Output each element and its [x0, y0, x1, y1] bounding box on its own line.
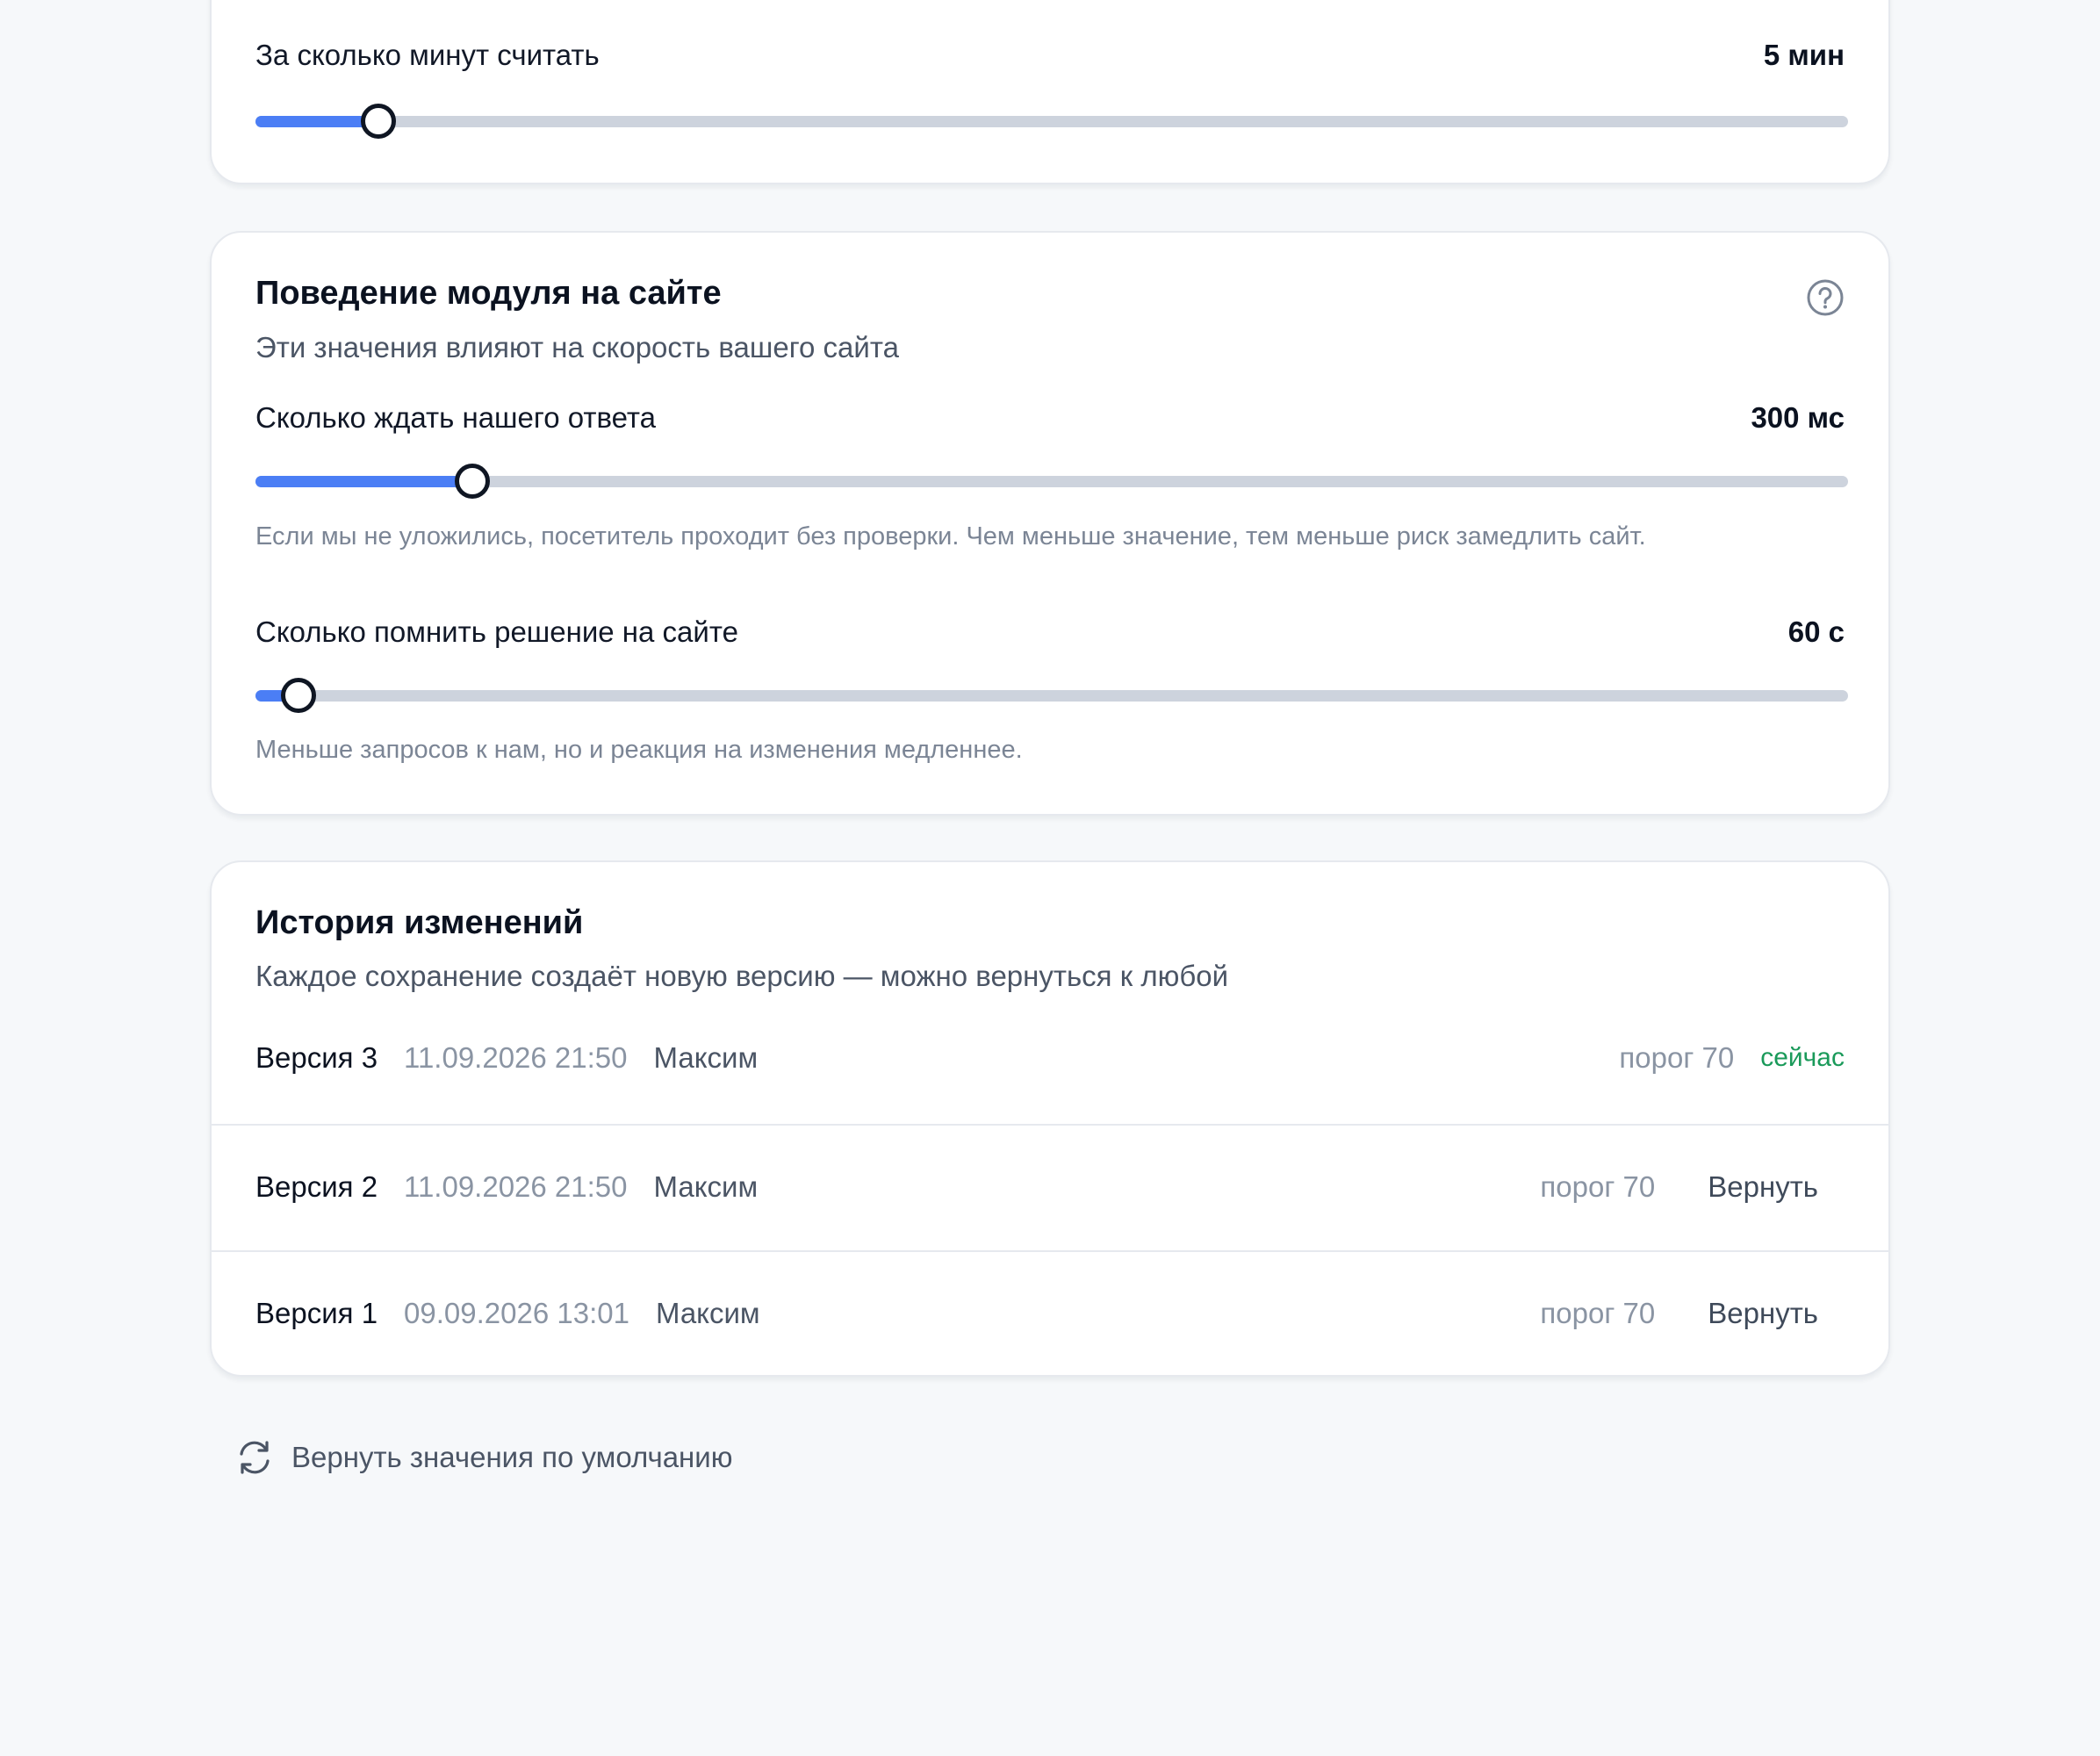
history-row: Версия 2 11.09.2026 21:50 Максим порог 7…	[212, 1124, 1888, 1249]
current-version-badge: сейчас	[1760, 1043, 1845, 1072]
slider-thumb[interactable]	[280, 678, 316, 713]
counting-minutes-slider[interactable]	[255, 102, 1848, 140]
slider-thumb[interactable]	[360, 104, 396, 139]
wait-response-hint: Если мы не уложились, посетитель проходи…	[255, 522, 1646, 551]
history-row: Версия 3 11.09.2026 21:50 Максим порог 7…	[212, 996, 1888, 1120]
remember-decision-slider[interactable]	[255, 676, 1848, 715]
history-threshold: порог 70	[1540, 1170, 1656, 1203]
wait-response-value: 300 мс	[1751, 401, 1845, 434]
reset-defaults-button[interactable]: Вернуть значения по умолчанию	[234, 1436, 732, 1479]
history-date: 11.09.2026 21:50	[404, 1041, 628, 1074]
counting-row: За сколько минут считать 5 мин	[255, 39, 1845, 72]
behavior-subtitle: Эти значения влияют на скорость вашего с…	[255, 331, 899, 363]
slider-track[interactable]	[255, 476, 1848, 487]
history-row: Версия 1 09.09.2026 13:01 Максим порог 7…	[212, 1250, 1888, 1375]
wait-response-label: Сколько ждать нашего ответа	[255, 401, 656, 434]
counting-minutes-label: За сколько минут считать	[255, 39, 600, 71]
slider-fill	[255, 116, 378, 127]
history-version: Версия 1	[255, 1297, 378, 1329]
history-subtitle: Каждое сохранение создаёт новую версию —…	[255, 960, 1229, 992]
reset-defaults-label: Вернуть значения по умолчанию	[291, 1441, 733, 1473]
remember-decision-hint: Меньше запросов к нам, но и реакция на и…	[255, 736, 1023, 764]
slider-track[interactable]	[255, 690, 1848, 702]
slider-fill	[255, 476, 472, 487]
module-behavior-card: Поведение модуля на сайте Эти значения в…	[210, 231, 1890, 816]
question-circle-icon[interactable]	[1806, 278, 1845, 317]
behavior-title: Поведение модуля на сайте	[255, 275, 722, 312]
remember-row: Сколько помнить решение на сайте 60 с	[255, 615, 1845, 649]
restore-version-button[interactable]: Вернуть	[1708, 1170, 1818, 1204]
history-threshold: порог 70	[1619, 1041, 1735, 1074]
counting-settings-card: За сколько минут считать 5 мин	[210, 0, 1890, 184]
slider-track[interactable]	[255, 116, 1848, 127]
history-user: Максим	[655, 1297, 760, 1329]
restore-version-button[interactable]: Вернуть	[1708, 1297, 1818, 1330]
history-date: 11.09.2026 21:50	[404, 1170, 628, 1203]
remember-decision-label: Сколько помнить решение на сайте	[255, 615, 738, 648]
history-user: Максим	[653, 1041, 759, 1074]
history-version: Версия 2	[255, 1170, 378, 1203]
counting-minutes-value: 5 мин	[1763, 39, 1845, 71]
slider-thumb[interactable]	[454, 464, 490, 499]
wait-row: Сколько ждать нашего ответа 300 мс	[255, 401, 1845, 435]
remember-decision-value: 60 с	[1787, 615, 1845, 648]
history-version: Версия 3	[255, 1041, 378, 1074]
refresh-icon	[240, 1441, 270, 1474]
change-history-card: История изменений Каждое сохранение созд…	[210, 860, 1890, 1377]
history-user: Максим	[653, 1170, 759, 1203]
wait-response-slider[interactable]	[255, 462, 1848, 500]
history-title: История изменений	[255, 904, 584, 941]
history-date: 09.09.2026 13:01	[404, 1297, 629, 1329]
history-threshold: порог 70	[1540, 1297, 1656, 1329]
